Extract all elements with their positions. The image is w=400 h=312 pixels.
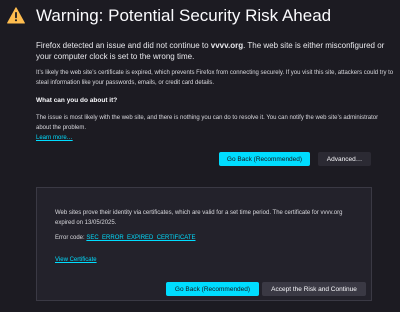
error-code-link[interactable]: SEC_ERROR_EXPIRED_CERTIFICATE bbox=[86, 235, 195, 241]
accept-risk-button[interactable]: Accept the Risk and Continue bbox=[262, 282, 366, 296]
panel-go-back-button[interactable]: Go Back (Recommended) bbox=[166, 282, 259, 296]
error-code: Error code: SEC_ERROR_EXPIRED_CERTIFICAT… bbox=[55, 235, 196, 241]
what-heading: What can you do about it? bbox=[36, 97, 118, 104]
warning-icon bbox=[7, 7, 25, 24]
what-text: The issue is most likely with the web si… bbox=[36, 115, 379, 131]
detail-text: It’s likely the web site’s certificate i… bbox=[36, 70, 394, 86]
domain-name: vvvv.org bbox=[210, 41, 244, 50]
intro-text: Firefox detected an issue and did not co… bbox=[36, 41, 385, 61]
advanced-button[interactable]: Advanced… bbox=[318, 152, 371, 166]
certificate-info-text: Web sites prove their identity via certi… bbox=[55, 210, 343, 226]
page-title: Warning: Potential Security Risk Ahead bbox=[36, 6, 332, 25]
learn-more-link[interactable]: Learn more… bbox=[36, 135, 73, 141]
view-certificate-link[interactable]: View Certificate bbox=[55, 257, 97, 263]
go-back-button[interactable]: Go Back (Recommended) bbox=[219, 152, 310, 166]
